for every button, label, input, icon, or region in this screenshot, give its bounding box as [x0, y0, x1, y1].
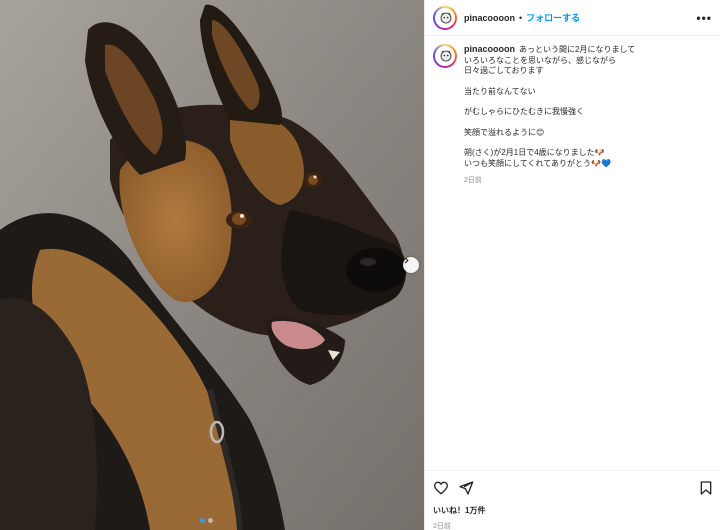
caption-line: 当たり前なんてない [464, 86, 536, 96]
chevron-right-icon [404, 257, 409, 264]
follow-button[interactable]: フォローする [526, 11, 580, 24]
heart-icon[interactable] [433, 480, 449, 496]
separator-dot: • [519, 12, 523, 23]
bookmark-icon[interactable] [699, 480, 713, 496]
avatar-image [436, 8, 454, 27]
username-link[interactable]: pinacoooon [464, 13, 515, 23]
avatar-image [436, 47, 454, 65]
caption-text: pinacoooon あっという間に2月になりまして いろいろなことを思いながら、… [464, 44, 635, 187]
caption-line: 朔(さく)が2月1日で4歳になりました🐶 [464, 148, 605, 157]
caption-timestamp[interactable]: 2日前 [464, 176, 635, 187]
more-icon[interactable]: ••• [696, 11, 712, 25]
caption: pinacoooon あっという間に2月になりまして いろいろなことを思いながら、… [425, 36, 720, 187]
caption-line: がむしゃらにひたむきに我慢強く [464, 107, 584, 116]
dog-photo-image [0, 0, 424, 530]
post-header: pinacoooon • フォローする ••• [425, 0, 720, 36]
caption-line: あっという間に2月になりまして [519, 45, 636, 54]
caption-avatar[interactable] [433, 44, 457, 68]
caption-line: いろいろなことを思いながら、感じながら [464, 55, 616, 65]
caption-line: いつも笑顔にしてくれてありがとう🐶💙 [464, 158, 611, 168]
next-image-button[interactable] [403, 257, 419, 273]
carousel-indicator [200, 518, 213, 523]
share-icon[interactable] [458, 480, 474, 496]
avatar[interactable] [433, 5, 457, 30]
post-actions: いいね！1万件 2日前 [425, 470, 720, 530]
carousel-dot [208, 518, 213, 523]
post-sidebar: pinacoooon • フォローする ••• pinacoooon あっという間… [424, 0, 720, 530]
post-date[interactable]: 2日前 [433, 521, 713, 530]
carousel-dot-active [200, 518, 205, 523]
post-photo[interactable] [0, 0, 424, 530]
likes-count[interactable]: いいね！1万件 [433, 505, 713, 516]
caption-line: 日々過ごしております [464, 66, 544, 75]
caption-line: 笑顔で溢れるように😊 [464, 127, 545, 137]
caption-username[interactable]: pinacoooon [464, 44, 515, 54]
